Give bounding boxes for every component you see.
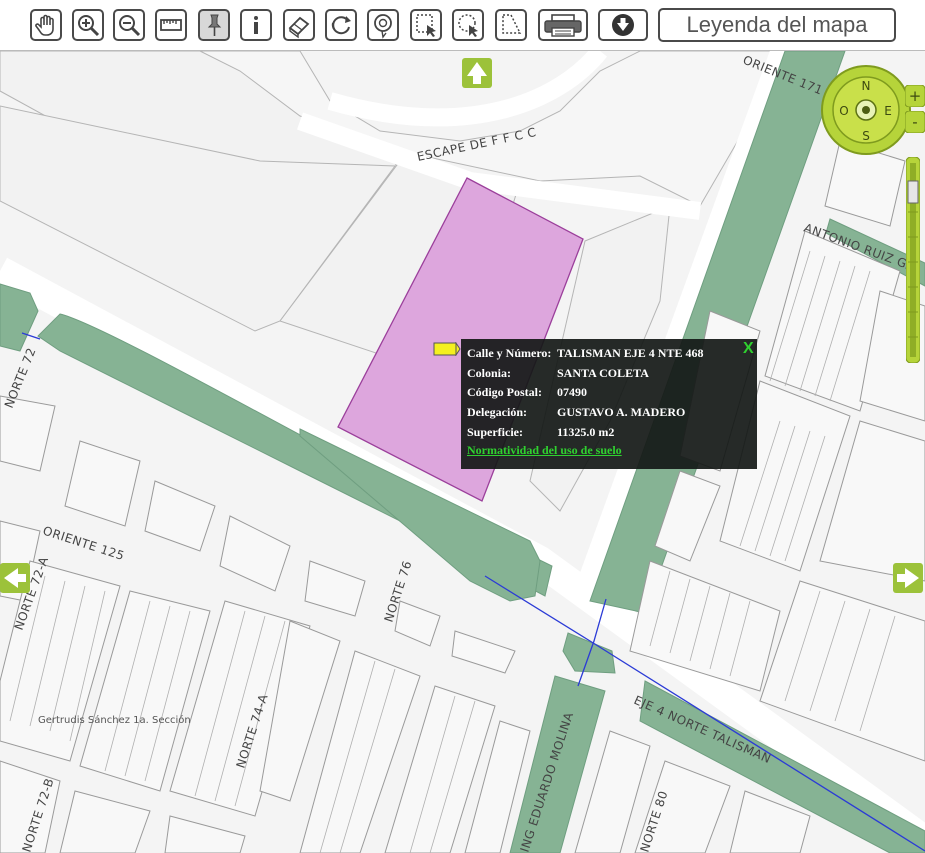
- zoom-plus-label: +: [909, 87, 922, 105]
- field-label: Colonia:: [467, 366, 512, 380]
- field-label: Superficie:: [467, 425, 523, 439]
- refresh-tool-button[interactable]: [325, 9, 357, 41]
- neighborhood-label: Gertrudis Sánchez 1a. Sección: [38, 714, 191, 726]
- select-polygon-tool-button[interactable]: [495, 9, 527, 41]
- refresh-icon: [331, 16, 351, 35]
- zoom-out-icon: [119, 15, 141, 37]
- field-value: SANTA COLETA: [557, 366, 649, 380]
- compass-east-label[interactable]: E: [884, 104, 892, 118]
- identify-marker-icon: [433, 342, 461, 356]
- lasso-tool-button[interactable]: [367, 9, 399, 41]
- compass-navigator[interactable]: N S E O: [820, 64, 912, 156]
- pushpin-icon: [207, 14, 222, 36]
- polygon-select-icon: [502, 14, 522, 34]
- pan-north-arrow-icon[interactable]: [462, 58, 492, 88]
- zoom-in-icon: [78, 15, 100, 37]
- field-value: TALISMAN EJE 4 NTE 468: [557, 346, 704, 360]
- zoom-in-map-button[interactable]: +: [905, 85, 925, 107]
- pan-west-arrow-icon[interactable]: [0, 563, 30, 593]
- map-legend-button[interactable]: Leyenda del mapa: [658, 8, 896, 42]
- compass-icon: N S E O: [821, 65, 911, 155]
- hand-icon: [35, 14, 54, 36]
- field-value: 11325.0 m2: [557, 425, 615, 439]
- identify-tool-button[interactable]: [198, 9, 230, 41]
- select-circle-tool-button[interactable]: [452, 9, 484, 41]
- measure-tool-button[interactable]: [155, 9, 187, 41]
- select-rectangle-tool-button[interactable]: [410, 9, 442, 41]
- info-icon: [254, 16, 258, 34]
- zoom-out-tool-button[interactable]: [113, 9, 145, 41]
- field-label: Calle y Número:: [467, 346, 552, 360]
- map-toolbar: Leyenda del mapa: [0, 0, 925, 50]
- field-value: GUSTAVO A. MADERO: [557, 405, 686, 419]
- zoom-minus-label: -: [912, 113, 917, 131]
- print-button[interactable]: [538, 9, 588, 41]
- info-tool-button[interactable]: [240, 9, 272, 41]
- parcel-info-popup: X Calle y Número: TALISMAN EJE 4 NTE 468…: [461, 339, 757, 469]
- erase-tool-button[interactable]: [283, 9, 315, 41]
- field-label: Delegación:: [467, 405, 527, 419]
- compass-south-label[interactable]: S: [862, 129, 870, 143]
- map-canvas[interactable]: ESCAPE DE F F C C ORIENTE 171 ANTONIO RU…: [0, 50, 925, 853]
- zoom-slider-handle[interactable]: [907, 180, 919, 204]
- compass-north-label[interactable]: N: [862, 79, 871, 93]
- download-button[interactable]: [598, 9, 648, 41]
- eraser-icon: [288, 16, 310, 39]
- field-value: 07490: [557, 385, 587, 399]
- download-icon: [612, 14, 634, 36]
- zoom-in-tool-button[interactable]: [72, 9, 104, 41]
- circle-select-icon: [458, 14, 478, 37]
- close-popup-button[interactable]: X: [743, 341, 757, 357]
- pan-tool-button[interactable]: [30, 9, 62, 41]
- printer-icon: [544, 14, 582, 37]
- land-use-regulation-link[interactable]: Normatividad del uso de suelo: [467, 443, 622, 458]
- lasso-icon: [374, 14, 392, 39]
- pan-east-arrow-icon[interactable]: [893, 563, 923, 593]
- ruler-icon: [160, 19, 182, 31]
- zoom-slider[interactable]: [906, 157, 920, 363]
- field-label: Código Postal:: [467, 385, 542, 399]
- zoom-out-map-button[interactable]: -: [905, 111, 925, 133]
- compass-west-label[interactable]: O: [839, 104, 848, 118]
- rectangle-select-icon: [416, 14, 436, 37]
